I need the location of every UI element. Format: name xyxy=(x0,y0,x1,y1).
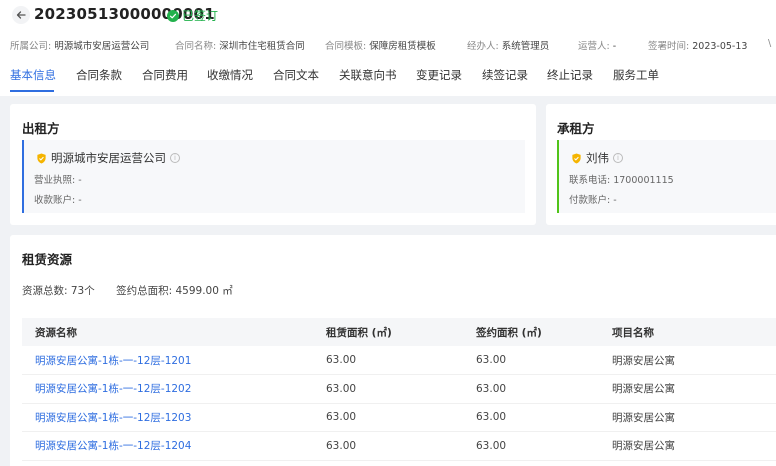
resource-link[interactable]: 明源安居公寓-1栋-一-12层-1203 xyxy=(22,403,313,432)
col-resource-name: 资源名称 xyxy=(22,318,313,346)
shield-icon xyxy=(572,152,581,164)
meta-company: 所属公司: 明源城市安居运营公司 xyxy=(10,41,150,52)
lease-area-cell: 63.00 xyxy=(313,374,463,404)
resources-title: 租赁资源 xyxy=(22,252,73,267)
lessee-card: 承租方 刘伟 i 联系电话: 1700001115 付款账户: - xyxy=(546,104,776,225)
tab-contract-text[interactable]: 合同文本 xyxy=(273,67,319,83)
tab-contract-fees[interactable]: 合同费用 xyxy=(142,67,188,83)
lease-area-cell: 63.00 xyxy=(313,346,463,375)
project-name-cell: 明源安居公寓 xyxy=(599,431,776,461)
meta-contract-name: 合同名称: 深圳市住宅租赁合同 xyxy=(175,41,305,52)
lessee-name-row: 刘伟 i xyxy=(571,150,623,166)
lessor-account: 收款账户: - xyxy=(34,195,82,206)
info-icon[interactable]: i xyxy=(170,153,180,163)
tab-basic-info[interactable]: 基本信息 xyxy=(10,67,56,83)
lessor-name: 明源城市安居运营公司 xyxy=(51,151,166,165)
active-tab-indicator xyxy=(10,90,54,92)
lease-area-cell: 63.00 xyxy=(313,403,463,432)
info-icon[interactable]: i xyxy=(613,153,623,163)
lessee-title: 承租方 xyxy=(557,121,595,136)
tab-contract-terms[interactable]: 合同条款 xyxy=(76,67,122,83)
tab-change-records[interactable]: 变更记录 xyxy=(416,67,462,83)
status-badge: 已签订 xyxy=(167,7,218,24)
lessee-name: 刘伟 xyxy=(586,151,609,165)
resource-link[interactable]: 明源安居公寓-1栋-一-12层-1201 xyxy=(22,346,313,375)
project-name-cell: 明源安居公寓 xyxy=(599,346,776,375)
lessor-license: 营业执照: - xyxy=(34,175,82,186)
lessor-title: 出租方 xyxy=(22,121,60,136)
table-row: 明源安居公寓-1栋-一-12层-1202 63.00 63.00 明源安居公寓 xyxy=(22,374,776,404)
back-button[interactable] xyxy=(12,6,30,24)
lessor-accent-bar xyxy=(22,140,24,213)
tab-collection-status[interactable]: 收缴情况 xyxy=(207,67,253,83)
tab-service-orders[interactable]: 服务工单 xyxy=(613,67,659,83)
resource-total: 资源总数: 73个 xyxy=(22,285,95,297)
table-row: 明源安居公寓-1栋-一-12层-1203 63.00 63.00 明源安居公寓 xyxy=(22,403,776,432)
resource-link[interactable]: 明源安居公寓-1栋-一-12层-1204 xyxy=(22,431,313,461)
signed-area-cell: 63.00 xyxy=(463,431,599,461)
lessee-accent-bar xyxy=(557,140,559,213)
signed-area-cell: 63.00 xyxy=(463,374,599,404)
status-text: 已签订 xyxy=(182,9,219,23)
tab-termination-records[interactable]: 终止记录 xyxy=(547,67,593,83)
page-header: 20230513000000001 已签订 所属公司: 明源城市安居运营公司 合… xyxy=(0,0,776,96)
lease-area-cell: 63.00 xyxy=(313,431,463,461)
lessee-info: 刘伟 i 联系电话: 1700001115 付款账户: - xyxy=(557,140,776,213)
tab-related-intent[interactable]: 关联意向书 xyxy=(339,67,397,83)
table-row: 明源安居公寓-1栋-一-12层-1201 63.00 63.00 明源安居公寓 xyxy=(22,346,776,375)
meta-operator: 运营人: - xyxy=(578,41,617,52)
project-name-cell: 明源安居公寓 xyxy=(599,374,776,404)
lessor-name-row: 明源城市安居运营公司 i xyxy=(36,150,180,166)
meta-sign-date: 签署时间: 2023-05-13 xyxy=(648,41,748,52)
col-signed-area: 签约面积 (㎡) xyxy=(463,318,599,346)
signed-total-area: 签约总面积: 4599.00 ㎡ xyxy=(116,285,233,297)
project-name-cell: 明源安居公寓 xyxy=(599,403,776,432)
tab-renewal-records[interactable]: 续签记录 xyxy=(482,67,528,83)
resource-link[interactable]: 明源安居公寓-1栋-一-12层-1202 xyxy=(22,374,313,404)
resources-table: 资源名称 租赁面积 (㎡) 签约面积 (㎡) 项目名称 明源安居公寓-1栋-一-… xyxy=(22,318,776,461)
meta-handler: 经办人: 系统管理员 xyxy=(467,41,550,52)
back-arrow-icon xyxy=(16,11,26,19)
table-header-row: 资源名称 租赁面积 (㎡) 签约面积 (㎡) 项目名称 xyxy=(22,318,776,346)
signed-area-cell: 63.00 xyxy=(463,346,599,375)
meta-template: 合同模板: 保障房租赁模板 xyxy=(325,41,436,52)
table-row: 明源安居公寓-1栋-一-12层-1204 63.00 63.00 明源安居公寓 xyxy=(22,431,776,461)
col-project-name: 项目名称 xyxy=(599,318,776,346)
lessee-phone: 联系电话: 1700001115 xyxy=(569,175,674,186)
resources-summary: 资源总数: 73个 签约总面积: 4599.00 ㎡ xyxy=(22,283,251,298)
lessor-info: 明源城市安居运营公司 i 营业执照: - 收款账户: - xyxy=(22,140,525,213)
lessee-account: 付款账户: - xyxy=(569,195,617,206)
signed-area-cell: 63.00 xyxy=(463,403,599,432)
shield-icon xyxy=(37,152,46,164)
tab-bar: 基本信息 合同条款 合同费用 收缴情况 合同文本 关联意向书 变更记录 续签记录… xyxy=(0,64,776,94)
lessor-card: 出租方 明源城市安居运营公司 i 营业执照: - 收款账户: - xyxy=(10,104,536,225)
col-lease-area: 租赁面积 (㎡) xyxy=(313,318,463,346)
meta-overflow: \ xyxy=(768,38,772,49)
check-circle-icon xyxy=(167,9,179,22)
